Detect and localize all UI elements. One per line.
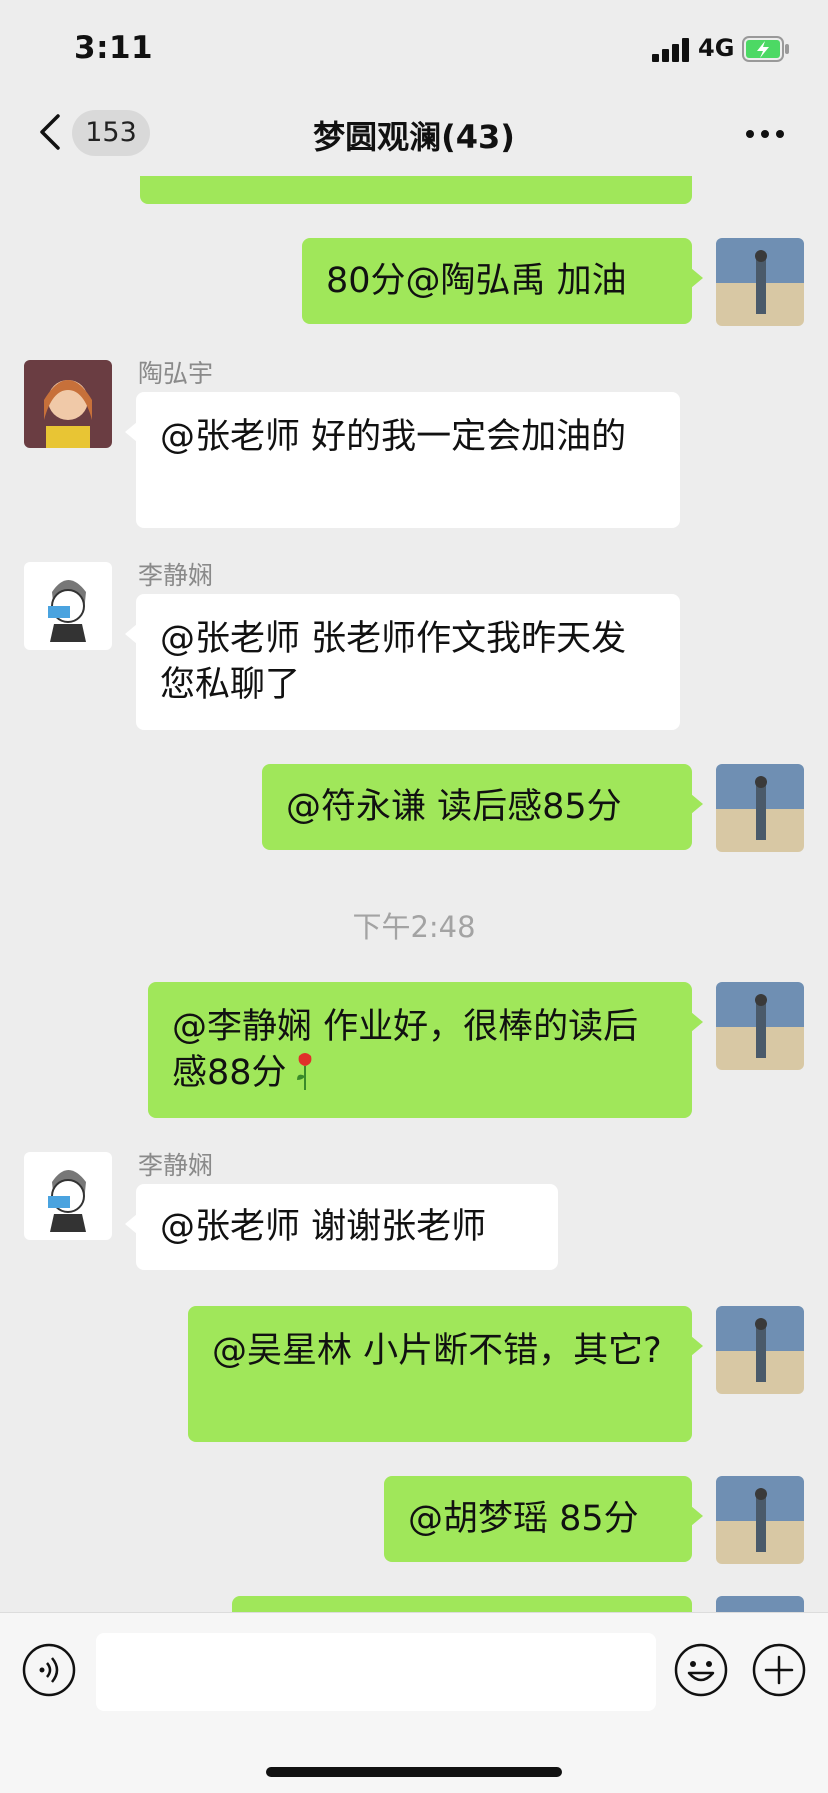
signal-icon: [652, 38, 692, 62]
my-avatar[interactable]: [716, 764, 804, 852]
status-bar: 3:11 4G: [0, 0, 828, 96]
input-bar: [0, 1612, 828, 1793]
contact-avatar-taohongyu[interactable]: [24, 360, 112, 448]
message-text: @胡梦瑶 85分: [408, 1499, 639, 1539]
chevron-left-icon: [40, 114, 60, 150]
message-bubble-incoming[interactable]: @张老师 好的我一定会加油的: [125, 392, 680, 528]
message-text: @符永谦 读后感85分: [286, 787, 622, 827]
contact-avatar-lijingxian[interactable]: [24, 562, 112, 650]
message-bubble-outgoing[interactable]: @李静娴 作业好，很棒的读后感88分: [148, 982, 703, 1118]
message-text: @张老师 张老师作文我昨天发您私聊了: [160, 619, 627, 705]
my-avatar[interactable]: [716, 238, 804, 326]
my-avatar[interactable]: [716, 982, 804, 1070]
message-text: @张老师 好的我一定会加油的: [160, 417, 627, 457]
my-avatar[interactable]: [716, 1476, 804, 1564]
message-bubble-incoming[interactable]: @张老师 谢谢张老师: [125, 1184, 558, 1270]
sender-name: 李静娴: [138, 1151, 214, 1180]
status-time: 3:11: [74, 30, 154, 66]
message-bubble-incoming[interactable]: @张老师 张老师作文我昨天发您私聊了: [125, 594, 680, 730]
voice-button[interactable]: [22, 1643, 76, 1697]
message-text: @李静娴 作业好，很棒的读后感88分: [172, 1007, 639, 1093]
plus-icon: [752, 1643, 806, 1697]
sender-name: 陶弘宇: [138, 359, 214, 388]
message-bubble-partial[interactable]: [232, 1596, 692, 1612]
my-avatar[interactable]: [716, 1306, 804, 1394]
chat-header: 153 梦圆观澜(43): [0, 96, 828, 176]
message-bubble-outgoing[interactable]: @符永谦 读后感85分: [262, 764, 703, 850]
back-button[interactable]: [36, 112, 64, 152]
message-text: @张老师 谢谢张老师: [160, 1207, 487, 1247]
rose-emoji-icon: [293, 1052, 317, 1092]
message-input[interactable]: [96, 1633, 656, 1711]
ellipsis-icon: [746, 130, 784, 138]
message-bubble-outgoing[interactable]: 80分@陶弘禹 加油: [302, 238, 703, 324]
chat-area[interactable]: 80分@陶弘禹 加油 陶弘宇 @张老师 好的我一定会加油的 李静娴 @张老师 张…: [0, 0, 828, 1612]
message-bubble-outgoing[interactable]: @吴星林 小片断不错，其它?: [188, 1306, 703, 1442]
message-bubble-outgoing[interactable]: @胡梦瑶 85分: [384, 1476, 703, 1562]
my-avatar[interactable]: [716, 1596, 804, 1612]
message-timestamp: 下午2:48: [352, 910, 476, 944]
network-type: 4G: [698, 34, 735, 62]
emoji-button[interactable]: [674, 1643, 728, 1697]
smiley-icon: [674, 1643, 728, 1697]
home-indicator: [266, 1767, 562, 1777]
sender-name: 李静娴: [138, 561, 214, 590]
battery-charging-icon: [742, 36, 790, 62]
message-text: @吴星林 小片断不错，其它?: [212, 1331, 662, 1371]
message-text: 80分@陶弘禹 加油: [326, 261, 627, 301]
voice-icon: [22, 1643, 76, 1697]
more-actions-button[interactable]: [752, 1643, 806, 1697]
more-button[interactable]: [742, 114, 788, 154]
contact-avatar-lijingxian[interactable]: [24, 1152, 112, 1240]
unread-count-badge[interactable]: 153: [72, 110, 150, 156]
